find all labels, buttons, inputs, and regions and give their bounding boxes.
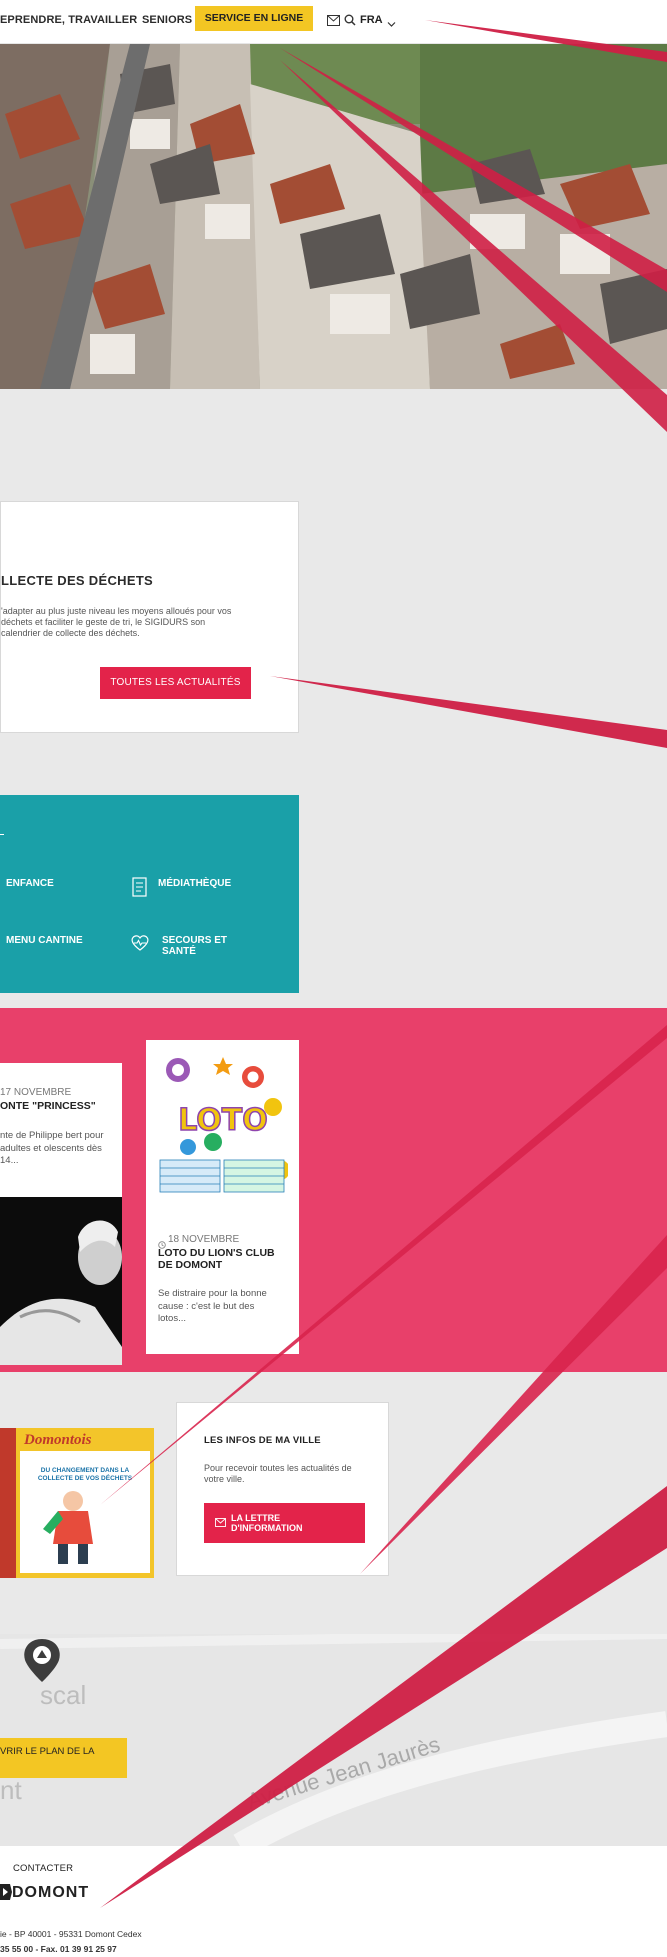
news-card: LLECTE DES DÉCHETS 'adapter au plus just…	[0, 501, 299, 733]
svg-text:scal: scal	[40, 1680, 86, 1710]
news-excerpt: 'adapter au plus juste niveau les moyens…	[1, 606, 232, 638]
loto-poster-image: LOTO	[158, 1052, 290, 1197]
nav-link-seniors[interactable]: SENIORS	[142, 14, 192, 26]
loto-poster-text: LOTO	[178, 1103, 268, 1138]
quick-link-mediatheque[interactable]: MÉDIATHÈQUE	[158, 878, 231, 889]
newsletter-button[interactable]: LA LETTRE D'INFORMATION	[204, 1503, 365, 1543]
contact-link[interactable]: CONTACTER	[13, 1863, 73, 1874]
mail-icon[interactable]	[327, 13, 340, 31]
event-date: 18 NOVEMBRE	[168, 1234, 240, 1245]
event-excerpt: nte de Philippe bert pour adultes et ole…	[0, 1130, 104, 1166]
svg-text:nt: nt	[0, 1775, 22, 1805]
book-icon	[131, 877, 149, 897]
open-map-button-label: VRIR LE PLAN DE LA	[0, 1746, 95, 1757]
newsletter-title: LES INFOS DE MA VILLE	[204, 1435, 321, 1446]
magazine-spine	[0, 1428, 16, 1578]
newsletter-card: LES INFOS DE MA VILLE Pour recevoir tout…	[176, 1402, 389, 1576]
news-title[interactable]: LLECTE DES DÉCHETS	[1, 573, 153, 588]
event-date: 17 NOVEMBRE	[0, 1087, 72, 1098]
magazine-cover[interactable]: Domontois DU CHANGEMENT DANS LA COLLECTE…	[0, 1428, 154, 1578]
domont-logo-icon	[0, 1882, 12, 1907]
event-photo	[0, 1197, 122, 1365]
event-title[interactable]: ONTE "PRINCESS"	[0, 1100, 96, 1112]
event-card[interactable]: LOTO 18 NOVEMBRE LOTO DU LION'S CLUB DE …	[146, 1040, 299, 1354]
quick-links-panel: ENFANCE MÉDIATHÈQUE MENU CANTINE SECOURS…	[0, 795, 299, 993]
quick-link-secours-sante[interactable]: SECOURS ET SANTÉ	[162, 935, 232, 957]
all-news-button[interactable]: TOUTES LES ACTUALITÉS	[100, 667, 251, 699]
event-card[interactable]: 17 NOVEMBRE ONTE "PRINCESS" nte de Phili…	[0, 1063, 122, 1365]
hero-aerial-photo	[0, 44, 667, 389]
newsletter-text: Pour recevoir toutes les actualités de v…	[204, 1463, 352, 1484]
footer-address: ie - BP 40001 - 95331 Domont Cedex	[0, 1929, 142, 1939]
chevron-down-icon[interactable]	[387, 15, 396, 33]
nav-link-entreprendre[interactable]: EPRENDRE, TRAVAILLER	[0, 14, 137, 26]
magazine-title: Domontois	[24, 1432, 92, 1448]
search-icon[interactable]	[344, 13, 356, 31]
open-map-button[interactable]: VRIR LE PLAN DE LA	[0, 1738, 127, 1778]
event-title[interactable]: LOTO DU LION'S CLUB DE DOMONT	[158, 1247, 288, 1271]
magazine-body: DU CHANGEMENT DANS LA COLLECTE DE VOS DÉ…	[20, 1451, 150, 1573]
event-excerpt: Se distraire pour la bonne cause : c'est…	[158, 1288, 267, 1324]
language-selector[interactable]: FRA	[360, 14, 383, 26]
heart-pulse-icon	[130, 934, 149, 952]
footer: CONTACTER DOMONT ie - BP 40001 - 95331 D…	[0, 1846, 667, 1957]
footer-logo[interactable]: DOMONT	[12, 1884, 89, 1902]
mail-icon	[215, 1518, 226, 1529]
footer-phone: 35 55 00 - Fax. 01 39 91 25 97	[0, 1944, 117, 1954]
quick-link-menu-cantine[interactable]: MENU CANTINE	[6, 935, 83, 946]
panel-title-underline	[0, 834, 4, 835]
top-navigation-bar: EPRENDRE, TRAVAILLER SENIORS SERVICE EN …	[0, 0, 667, 44]
service-en-ligne-button[interactable]: SERVICE EN LIGNE	[195, 6, 313, 31]
quick-link-enfance[interactable]: ENFANCE	[6, 878, 54, 889]
magazine-headline: DU CHANGEMENT DANS LA COLLECTE DE VOS DÉ…	[37, 1467, 133, 1482]
newsletter-button-label: LA LETTRE D'INFORMATION	[231, 1513, 303, 1533]
